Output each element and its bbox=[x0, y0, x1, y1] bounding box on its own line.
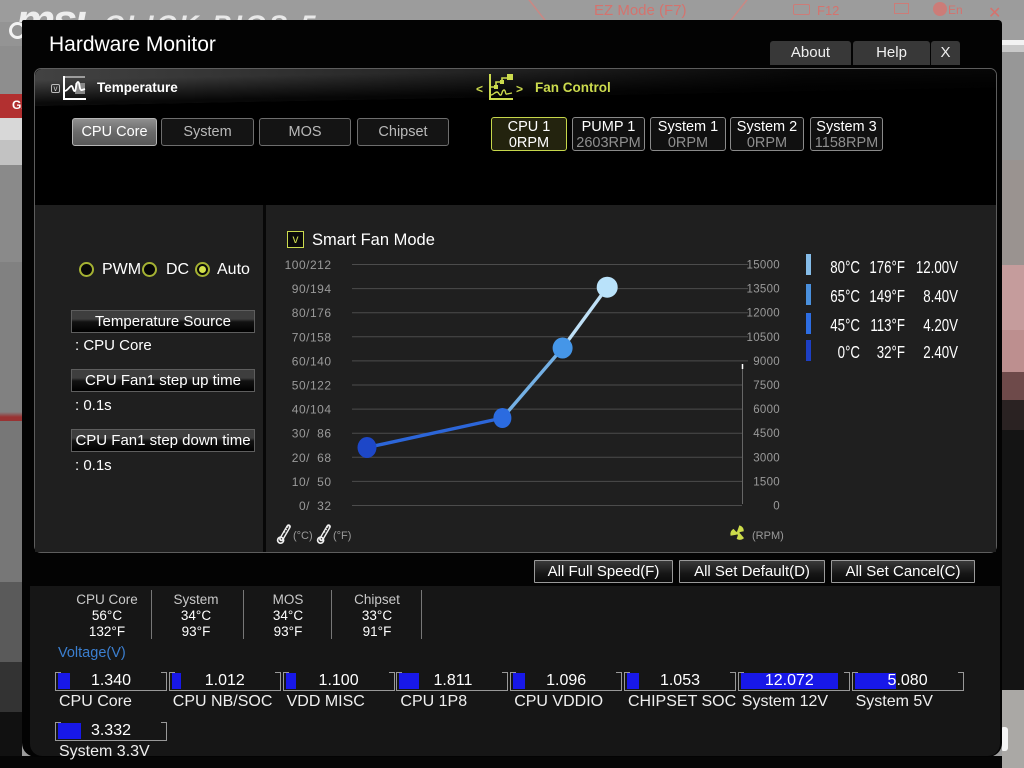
svg-text:10500: 10500 bbox=[747, 332, 780, 344]
svg-text:0/ 32: 0/ 32 bbox=[299, 499, 332, 513]
svg-text:80/176: 80/176 bbox=[292, 306, 332, 320]
svg-text:7500: 7500 bbox=[753, 380, 780, 392]
svg-text:0: 0 bbox=[773, 501, 780, 513]
svg-text:10/ 50: 10/ 50 bbox=[292, 475, 332, 489]
svg-text:30/ 86: 30/ 86 bbox=[292, 427, 332, 441]
svg-text:4500: 4500 bbox=[753, 428, 780, 440]
svg-text:12000: 12000 bbox=[747, 308, 780, 320]
svg-text:60/140: 60/140 bbox=[292, 354, 332, 368]
svg-text:15000: 15000 bbox=[747, 260, 780, 272]
svg-text:50/122: 50/122 bbox=[292, 379, 332, 393]
svg-text:40/104: 40/104 bbox=[292, 403, 332, 417]
svg-text:6000: 6000 bbox=[753, 404, 780, 416]
svg-text:3000: 3000 bbox=[753, 452, 780, 464]
svg-text:9000: 9000 bbox=[753, 356, 780, 368]
svg-text:20/ 68: 20/ 68 bbox=[292, 451, 332, 465]
svg-text:100/212: 100/212 bbox=[285, 258, 332, 272]
svg-text:90/194: 90/194 bbox=[292, 282, 332, 296]
svg-text:1500: 1500 bbox=[753, 476, 780, 488]
svg-text:13500: 13500 bbox=[747, 284, 780, 296]
svg-text:70/158: 70/158 bbox=[292, 330, 332, 344]
